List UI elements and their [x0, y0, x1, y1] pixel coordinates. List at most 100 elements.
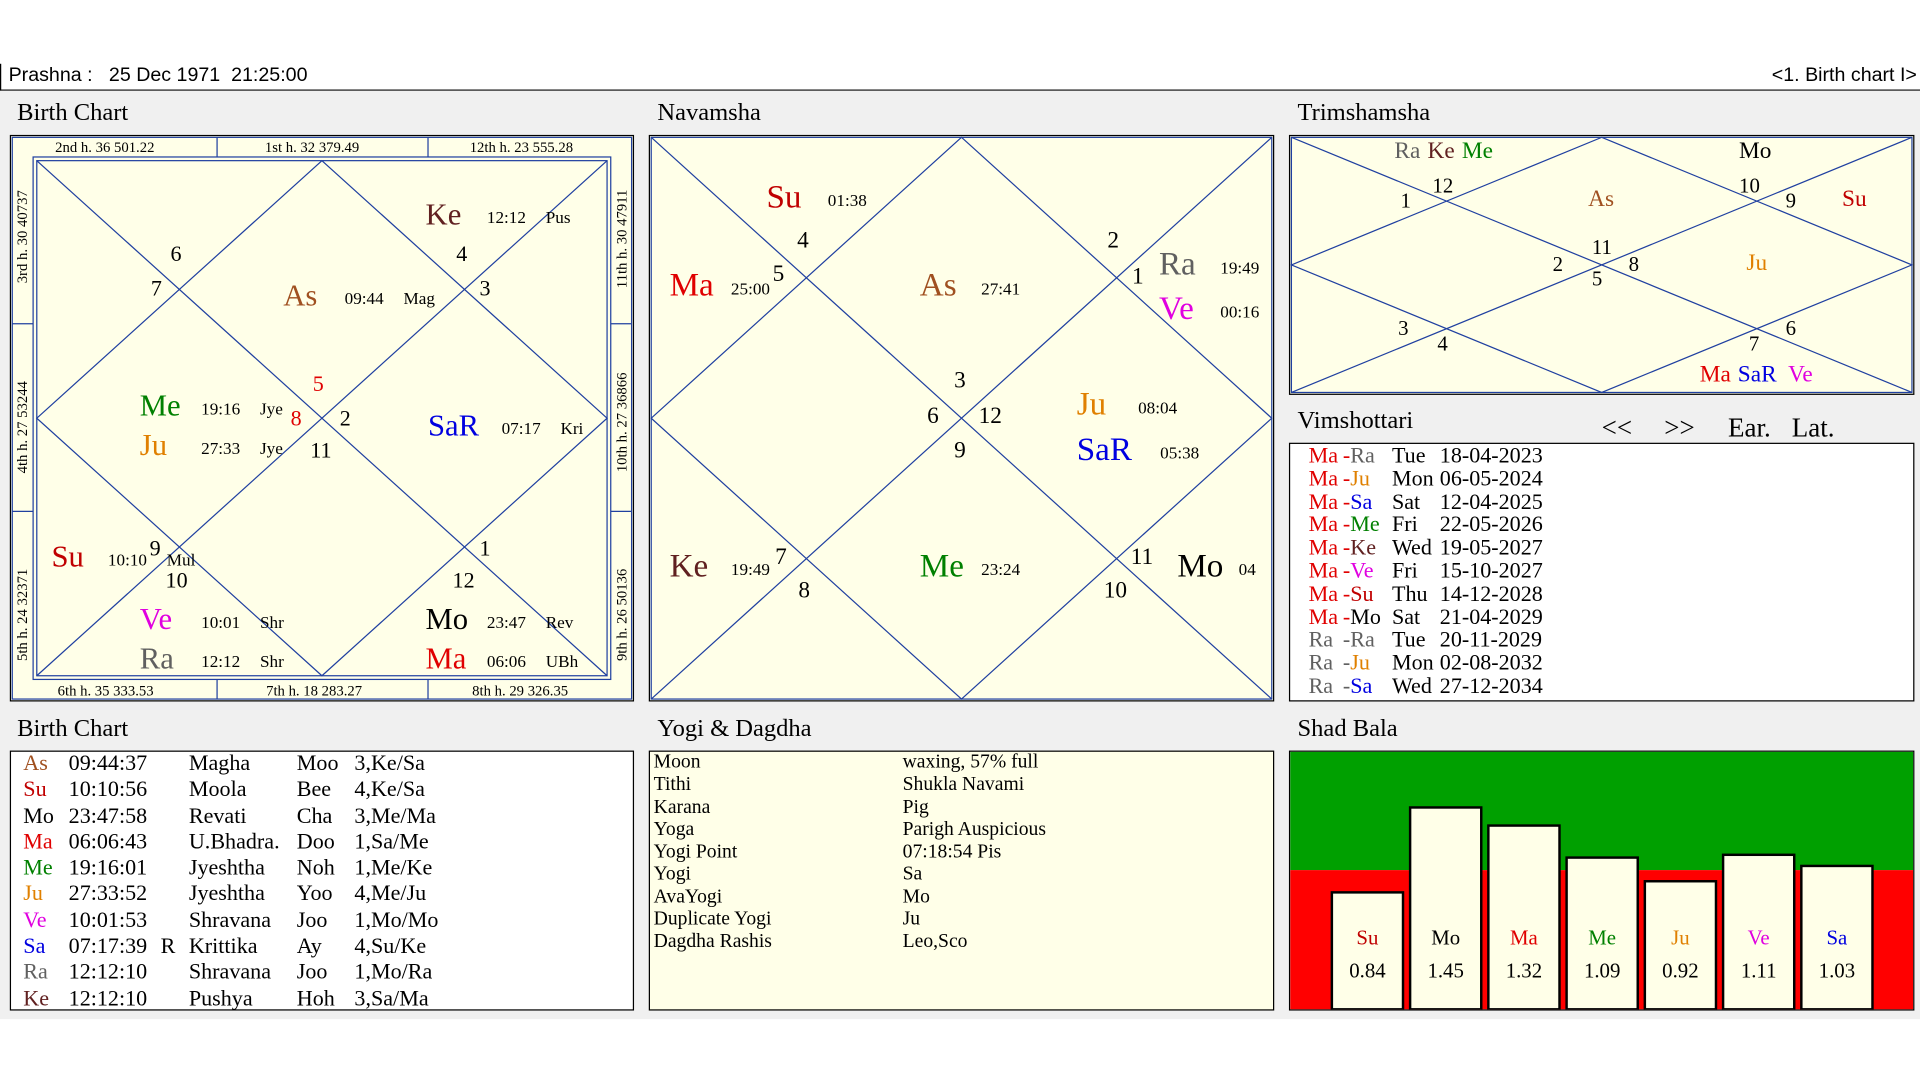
navamsha-house-number-10: 10	[1104, 577, 1127, 603]
planet-pada: 3,Ke/Sa	[354, 750, 425, 776]
trimshamsha-house-number-3: 3	[1398, 316, 1408, 340]
dasha-next-button[interactable]: >>	[1664, 412, 1694, 444]
dasha-date: 27-12-2034	[1439, 673, 1543, 698]
dasha-day: Wed	[1391, 534, 1432, 560]
navamsha-house-number-2: 2	[1107, 228, 1119, 254]
dasha-day: Wed	[1391, 673, 1432, 698]
planet-nak: Moola	[188, 776, 247, 802]
antar-lord: Su	[1350, 581, 1374, 606]
planet-pada: 3,Sa/Ma	[354, 985, 429, 1011]
yogi-value: Leo,Sco	[902, 931, 968, 953]
birth-house-number-2: 2	[340, 406, 351, 431]
planet-nak: Jyeshtha	[188, 855, 265, 880]
shadbala-title: Shad Bala	[1297, 714, 1398, 742]
trimshamsha-house-number-11: 11	[1592, 235, 1612, 259]
planet-deg: 12:12:10	[68, 985, 148, 1011]
bala-value-Ve: 1.11	[1741, 958, 1777, 982]
planet-p: Ra	[23, 959, 48, 985]
trimshamsha-house-number-8: 8	[1629, 252, 1639, 276]
dasha-lord: Ma	[1308, 581, 1339, 606]
planet-sy: Doo	[296, 828, 335, 854]
planet-nak: Shravana	[188, 959, 272, 985]
trimshamsha-panel[interactable]: 12 1 10 9 11 2 8 5 3 4 6 7 Ra Ke Me Mo As Su Ju Ma SaR Ve	[1288, 134, 1915, 395]
yogi-value: Shukla Navami	[902, 774, 1025, 796]
planet-nak: Magha	[188, 750, 251, 776]
birth-planet-Ma: Ma	[426, 641, 467, 675]
yogi-value: Sa	[902, 863, 923, 885]
birth-planet-nakshatra: UBh	[546, 652, 579, 671]
bala-label-Me: Me	[1588, 925, 1616, 949]
trimshamsha-house-number-7: 7	[1749, 332, 1759, 356]
earlier-button[interactable]: Ear.	[1728, 412, 1771, 444]
trimshamsha-planet-Ve: Ve	[1788, 361, 1813, 387]
birth-planet-degree: 12:12	[201, 652, 240, 671]
trimshamsha-house-number-12: 12	[1432, 174, 1453, 198]
dasha-day: Tue	[1391, 627, 1426, 652]
yogi-panel: Moon waxing, 57% full Tithi Shukla Navami Ka…	[648, 750, 1275, 1011]
dasha-separator: -	[1342, 465, 1351, 491]
navamsha-house-number-7: 7	[775, 544, 787, 570]
antar-lord: Ra	[1350, 627, 1375, 652]
planet-deg: 06:06:43	[68, 828, 148, 854]
later-button[interactable]: Lat.	[1792, 412, 1835, 444]
house-3-label: 3rd h. 30 40737	[15, 190, 31, 283]
planet-deg: 10:10:56	[68, 776, 148, 802]
planet-p: Ke	[23, 985, 50, 1011]
planet-pada: 1,Me/Ke	[354, 855, 433, 880]
planet-deg: 23:47:58	[68, 802, 148, 828]
planet-nak: Pushya	[188, 985, 253, 1011]
birth-chart-panel[interactable]: 2nd h. 36 501.22 1st h. 32 379.49 12th h. …	[9, 134, 635, 702]
trimshamsha-house-number-4: 4	[1437, 332, 1448, 356]
bala-value-Me: 1.09	[1584, 958, 1620, 982]
planet-sy: Joo	[296, 959, 328, 985]
dasha-date: 14-12-2028	[1439, 581, 1543, 606]
planet-deg: 27:33:52	[68, 881, 148, 906]
navamsha-planet-Ve: Ve	[1159, 290, 1194, 327]
bala-label-Sa: Sa	[1826, 925, 1847, 949]
dasha-lord: Ra	[1308, 650, 1334, 675]
planet-deg: 12:12:10	[68, 959, 148, 985]
planet-deg: 07:17:39	[68, 933, 148, 958]
birth-planet-Me: Me	[140, 389, 181, 423]
dasha-date: 12-04-2025	[1439, 488, 1543, 514]
bala-value-Sa: 1.03	[1819, 958, 1855, 982]
birth-planet-degree: 27:33	[201, 439, 240, 458]
house-5-label: 5th h. 24 32371	[15, 569, 31, 661]
prashna-datetime: Prashna : 25 Dec 1971 21:25:00	[8, 64, 308, 86]
bala-value-Ma: 1.32	[1506, 958, 1542, 982]
house-11-label: 11th h. 30 47911	[615, 190, 631, 289]
dasha-date: 18-04-2023	[1439, 442, 1543, 468]
navamsha-svg: 45 21 36 12 9 78 1110 Su 01:38 Ma 25:00 As 27:41 Ra 19…	[650, 136, 1273, 700]
navamsha-panel[interactable]: 4 5 2 1 3 6 12 9 7 8 11 10 Su 01:38 Ma 25:00 As 27:41 Ra 19…	[648, 134, 1275, 702]
yogi-value: waxing, 57% full	[902, 751, 1039, 773]
app-window: Prashna : 25 Dec 1971 21:25:00 <1. Birth…	[0, 0, 1920, 1080]
birth-house-number-8: 8	[291, 406, 302, 431]
navamsha-planet-SaR: SaR	[1077, 431, 1133, 468]
house-10-label: 10th h. 27 36866	[615, 373, 631, 473]
yogi-title: Yogi & Dagdha	[657, 714, 812, 742]
navamsha-house-number-11: 11	[1131, 544, 1153, 570]
house-12-label: 12th h. 23 555.28	[470, 140, 573, 156]
trimshamsha-planet-Ju: Ju	[1746, 250, 1767, 276]
birth-chart-title: Birth Chart	[17, 99, 129, 127]
birth-house-number-5: 5	[313, 371, 324, 396]
house-6-label: 6th h. 35 333.53	[58, 683, 154, 699]
birth-planet-nakshatra: Mul	[167, 550, 196, 569]
birth-house-number-9: 9	[150, 536, 161, 561]
dasha-prev-button[interactable]: <<	[1602, 412, 1632, 444]
dasha-separator: -	[1342, 604, 1351, 629]
navamsha-planet-Su: Su	[767, 178, 802, 215]
navamsha-planet-degree: 19:49	[731, 560, 770, 579]
antar-lord: Ju	[1350, 650, 1370, 675]
antar-lord: Mo	[1350, 604, 1381, 629]
navamsha-house-number-3: 3	[954, 368, 966, 394]
trimshamsha-planet-Mo: Mo	[1739, 138, 1771, 164]
chart-selector-button[interactable]: <1. Birth chart I>	[1772, 65, 1917, 87]
navamsha-planet-degree: 01:38	[828, 191, 867, 210]
birth-planet-Ke: Ke	[426, 197, 462, 231]
dasha-lord: Ma	[1308, 557, 1339, 583]
birth-planet-degree: 07:17	[502, 419, 542, 438]
trimshamsha-house-number-1: 1	[1401, 188, 1411, 212]
birth-chart-svg: 2nd h. 36 501.22 1st h. 32 379.49 12th h. …	[11, 136, 633, 700]
birth-house-number-3: 3	[480, 276, 491, 301]
